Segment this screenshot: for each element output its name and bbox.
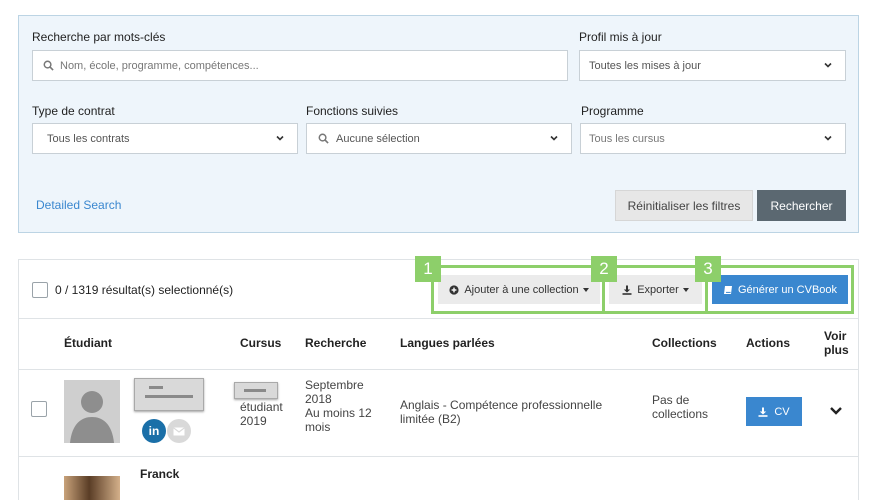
contract-type-value: Tous les contrats xyxy=(47,132,130,145)
expand-row-chevron-icon[interactable] xyxy=(829,406,843,416)
reset-filters-button[interactable]: Réinitialiser les filtres xyxy=(615,190,753,221)
program-value: Tous les cursus xyxy=(589,132,665,145)
search-line-2: 2018 xyxy=(305,392,332,406)
plus-circle-icon xyxy=(449,284,459,295)
search-line-3: Au moins 12 xyxy=(305,406,372,420)
select-all-checkbox[interactable] xyxy=(32,282,48,298)
profile-updated-label: Profil mis à jour xyxy=(579,30,662,44)
collections-line-1: Pas de xyxy=(652,393,690,407)
export-button[interactable]: Exporter xyxy=(609,275,702,304)
search-line-1: Septembre xyxy=(305,378,364,392)
search-cell: Septembre 2018 Au moins 12 mois xyxy=(305,378,372,434)
selection-count: 0 / 1319 résultat(s) selectionné(s) xyxy=(55,283,234,297)
profile-updated-select[interactable]: Toutes les mises à jour xyxy=(579,50,846,81)
column-header-search: Recherche xyxy=(305,336,367,350)
column-header-student: Étudiant xyxy=(64,336,112,350)
avatar[interactable] xyxy=(64,476,120,500)
chevron-down-icon xyxy=(824,62,832,68)
redacted-text-icon xyxy=(145,386,193,398)
badge-2: 2 xyxy=(591,256,617,282)
avatar[interactable] xyxy=(64,380,120,443)
book-icon xyxy=(723,285,732,294)
column-header-languages: Langues parlées xyxy=(400,336,495,350)
search-line-4: mois xyxy=(305,420,331,434)
program-label: Programme xyxy=(581,104,644,118)
keywords-search-input[interactable]: Nom, école, programme, compétences... xyxy=(32,50,568,81)
cv-button-label: CV xyxy=(774,405,790,418)
column-header-actions: Actions xyxy=(746,336,791,350)
cursus-cell: étudiant 2019 xyxy=(240,400,283,428)
column-header-more-line2: plus xyxy=(824,343,849,357)
functions-label: Fonctions suivies xyxy=(306,104,399,118)
search-icon xyxy=(318,133,329,144)
column-header-collections: Collections xyxy=(652,336,717,350)
row-checkbox[interactable] xyxy=(31,401,47,417)
caret-down-icon xyxy=(682,287,689,292)
linkedin-icon[interactable]: in xyxy=(142,419,166,443)
chevron-down-icon xyxy=(824,135,832,141)
cursus-status: étudiant xyxy=(240,400,283,414)
cursus-year: 2019 xyxy=(240,414,267,428)
column-header-cursus: Cursus xyxy=(240,336,282,350)
chevron-down-icon xyxy=(550,135,558,141)
keywords-placeholder: Nom, école, programme, compétences... xyxy=(60,59,259,72)
collections-line-2: collections xyxy=(652,407,709,421)
add-to-collection-button[interactable]: Ajouter à une collection xyxy=(438,275,600,304)
profile-updated-value: Toutes les mises à jour xyxy=(589,59,701,72)
student-name[interactable]: Franck xyxy=(140,467,179,481)
student-name-redacted xyxy=(134,378,204,411)
languages-cell: Anglais - Compétence professionnelle lim… xyxy=(400,398,602,426)
collections-cell: Pas de collections xyxy=(652,393,708,421)
languages-line-1: Anglais - Compétence professionnelle xyxy=(400,398,603,412)
languages-line-2: limitée (B2) xyxy=(400,412,461,426)
search-button[interactable]: Rechercher xyxy=(757,190,846,221)
keywords-label: Recherche par mots-clés xyxy=(32,30,166,44)
export-label: Exporter xyxy=(637,283,679,296)
search-icon xyxy=(43,60,54,71)
functions-select[interactable]: Aucune sélection xyxy=(306,123,572,154)
detailed-search-link[interactable]: Detailed Search xyxy=(36,198,121,212)
contract-type-select[interactable]: Tous les contrats xyxy=(32,123,298,154)
badge-3: 3 xyxy=(695,256,721,282)
email-icon[interactable] xyxy=(167,419,191,443)
user-placeholder-icon xyxy=(70,391,114,443)
contract-type-label: Type de contrat xyxy=(32,104,115,118)
badge-1: 1 xyxy=(415,256,441,282)
program-select[interactable]: Tous les cursus xyxy=(580,123,846,154)
cursus-redacted xyxy=(234,382,278,399)
generate-cvbook-button[interactable]: Générer un CVBook xyxy=(712,275,848,304)
chevron-down-icon xyxy=(276,135,284,141)
add-to-collection-label: Ajouter à une collection xyxy=(464,283,579,296)
download-icon xyxy=(622,285,632,295)
redacted-text-icon xyxy=(244,389,266,392)
envelope-glyph xyxy=(173,426,185,435)
column-header-more-line1: Voir xyxy=(824,329,847,343)
download-icon xyxy=(758,407,768,417)
column-header-more: Voir plus xyxy=(824,329,849,357)
download-cv-button[interactable]: CV xyxy=(746,397,802,426)
functions-value: Aucune sélection xyxy=(336,132,420,145)
caret-down-icon xyxy=(582,287,589,292)
generate-cvbook-label: Générer un CVBook xyxy=(737,283,838,296)
